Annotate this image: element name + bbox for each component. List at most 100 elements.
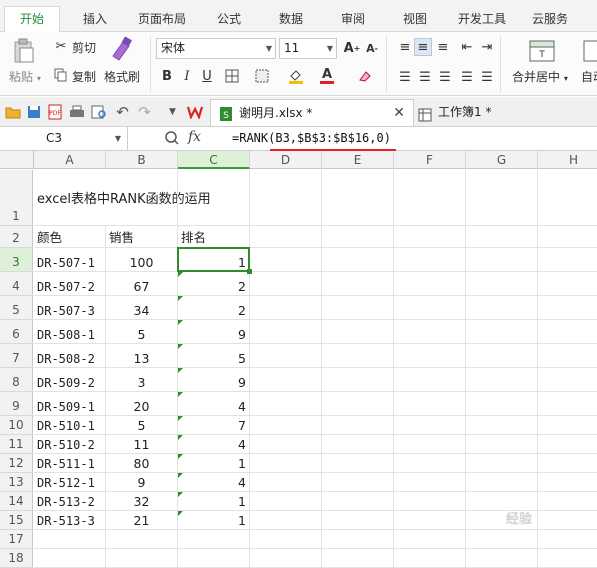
color-cell[interactable]: DR-507-2 [34, 272, 106, 296]
cell-h7[interactable] [538, 344, 597, 368]
tab-cloud[interactable]: 云服务 [524, 7, 576, 31]
cell-f8[interactable] [394, 368, 466, 392]
row-header-18[interactable]: 18 [0, 549, 33, 568]
font-shrink-icon[interactable]: A- [363, 39, 381, 57]
redo-icon[interactable]: ↷ [136, 103, 153, 121]
cell-e4[interactable] [322, 272, 394, 296]
rank-cell[interactable]: 1 [178, 511, 250, 530]
row-header-3[interactable]: 3 [0, 248, 33, 272]
paste-button[interactable]: 粘贴 ▾ [9, 68, 41, 85]
cell-h10[interactable] [538, 416, 597, 435]
row-header-10[interactable]: 10 [0, 416, 33, 435]
header-rank-cell[interactable]: 排名 [178, 226, 250, 248]
cell-d1[interactable] [250, 170, 322, 226]
cell-h14[interactable] [538, 492, 597, 511]
header-sales-cell[interactable]: 销售 [106, 226, 178, 248]
wrap-text-icon[interactable] [583, 38, 597, 64]
color-cell[interactable]: DR-509-1 [34, 392, 106, 416]
cell-f5[interactable] [394, 296, 466, 320]
doc-tab-other[interactable]: 工作簿1 * [418, 99, 518, 126]
doc-tab-active[interactable]: S 谢明月.xlsx * ✕ [210, 99, 414, 126]
column-header-b[interactable]: B [106, 151, 178, 169]
select-all-corner[interactable] [0, 151, 34, 169]
print-preview-icon[interactable] [90, 103, 107, 120]
row-header-11[interactable]: 11 [0, 435, 33, 454]
cell-f15[interactable] [394, 511, 466, 530]
tab-view[interactable]: 视图 [392, 7, 438, 31]
cell-h6[interactable] [538, 320, 597, 344]
rank-cell[interactable]: 1 [178, 492, 250, 511]
cell-g18[interactable] [466, 549, 538, 568]
cell-h1[interactable] [538, 170, 597, 226]
cell-d10[interactable] [250, 416, 322, 435]
cell-f14[interactable] [394, 492, 466, 511]
rank-cell[interactable]: 4 [178, 473, 250, 492]
rank-cell[interactable]: 2 [178, 272, 250, 296]
justify-icon[interactable]: ☰ [458, 68, 476, 86]
row-header-13[interactable]: 13 [0, 473, 33, 492]
sales-cell[interactable]: 32 [106, 492, 178, 511]
cell-d5[interactable] [250, 296, 322, 320]
color-cell[interactable]: DR-508-2 [34, 344, 106, 368]
row-header-12[interactable]: 12 [0, 454, 33, 473]
cell-f18[interactable] [394, 549, 466, 568]
cell-g17[interactable] [466, 530, 538, 549]
row-header-4[interactable]: 4 [0, 272, 33, 296]
cell-f12[interactable] [394, 454, 466, 473]
color-cell[interactable]: DR-507-1 [34, 248, 106, 272]
align-left-icon[interactable]: ☰ [396, 68, 414, 86]
fill-handle[interactable] [247, 269, 252, 274]
cell-g6[interactable] [466, 320, 538, 344]
sales-cell[interactable]: 5 [106, 320, 178, 344]
insert-function-button[interactable]: fx [188, 129, 201, 145]
cell-g13[interactable] [466, 473, 538, 492]
rank-cell[interactable]: 9 [178, 320, 250, 344]
cell-f11[interactable] [394, 435, 466, 454]
align-middle-icon[interactable]: ≡ [414, 38, 432, 56]
cell-e11[interactable] [322, 435, 394, 454]
cell-a17[interactable] [34, 530, 106, 549]
merge-center-icon[interactable]: T [528, 38, 556, 64]
name-box-dropdown-icon[interactable]: ▼ [115, 127, 121, 150]
cell-d6[interactable] [250, 320, 322, 344]
color-cell[interactable]: DR-511-1 [34, 454, 106, 473]
font-grow-icon[interactable]: A + [343, 39, 361, 57]
cell-f2[interactable] [394, 226, 466, 248]
cell-f4[interactable] [394, 272, 466, 296]
cell-h18[interactable] [538, 549, 597, 568]
undo-icon[interactable]: ↶ [114, 103, 131, 121]
sales-cell[interactable]: 67 [106, 272, 178, 296]
print-icon[interactable] [68, 103, 85, 120]
cell-f17[interactable] [394, 530, 466, 549]
cell-c18[interactable] [178, 549, 250, 568]
rank-cell[interactable]: 9 [178, 368, 250, 392]
distribute-icon[interactable]: ☰ [478, 68, 496, 86]
tab-page-layout[interactable]: 页面布局 [130, 7, 194, 31]
row-header-9[interactable]: 9 [0, 392, 33, 416]
fill-color-icon[interactable] [287, 67, 305, 85]
cell-g11[interactable] [466, 435, 538, 454]
color-cell[interactable]: DR-510-1 [34, 416, 106, 435]
cell-f9[interactable] [394, 392, 466, 416]
tab-insert[interactable]: 插入 [72, 7, 118, 31]
cell-h17[interactable] [538, 530, 597, 549]
cell-h8[interactable] [538, 368, 597, 392]
cell-h12[interactable] [538, 454, 597, 473]
sales-cell[interactable]: 11 [106, 435, 178, 454]
tab-formulas[interactable]: 公式 [206, 7, 252, 31]
column-header-f[interactable]: F [394, 151, 466, 169]
cell-d18[interactable] [250, 549, 322, 568]
row-header-17[interactable]: 17 [0, 530, 33, 549]
paste-icon[interactable] [10, 38, 38, 64]
cell-e18[interactable] [322, 549, 394, 568]
color-cell[interactable]: DR-510-2 [34, 435, 106, 454]
rank-cell[interactable]: 1 [178, 248, 250, 272]
cell-e9[interactable] [322, 392, 394, 416]
color-cell[interactable]: DR-512-1 [34, 473, 106, 492]
cell-c1[interactable] [178, 170, 250, 226]
rank-cell[interactable]: 5 [178, 344, 250, 368]
cell-b1[interactable] [106, 170, 178, 226]
cell-d8[interactable] [250, 368, 322, 392]
cell-b17[interactable] [106, 530, 178, 549]
rank-cell[interactable]: 7 [178, 416, 250, 435]
